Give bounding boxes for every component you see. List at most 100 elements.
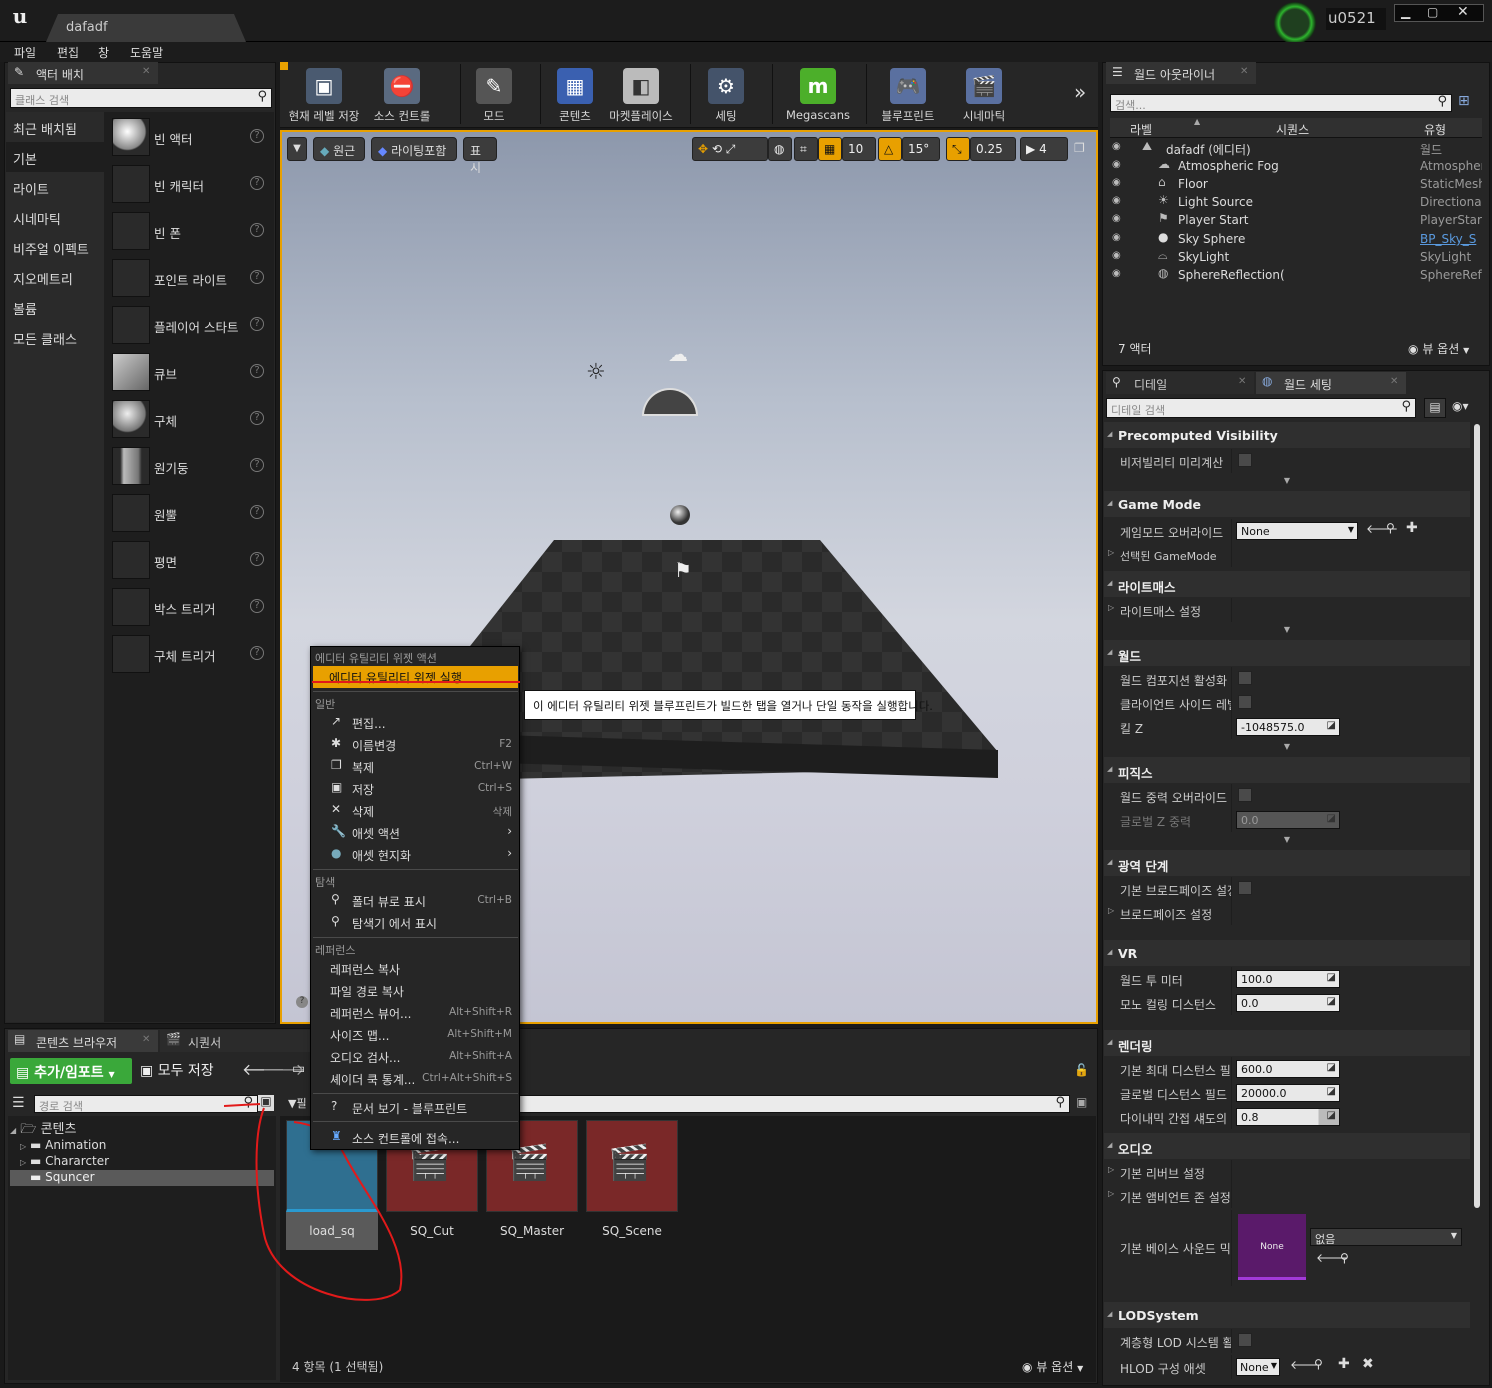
place-item-sphere[interactable]: 구체? [110, 398, 272, 442]
grid-snap-value[interactable]: 10 [842, 137, 876, 161]
place-item-plane[interactable]: 평면? [110, 539, 272, 583]
place-actors-tab[interactable]: ✎ 액터 배치 ✕ [8, 62, 158, 84]
outliner-row[interactable]: ◉ ◍ SphereReflection(SphereRefl [1108, 266, 1482, 284]
place-item-point-light[interactable]: 포인트 라이트? [110, 257, 272, 301]
source-control-button[interactable]: ⛔ 소스 컨트롤 [366, 64, 438, 124]
section-rendering[interactable]: 렌더링 [1104, 1030, 1470, 1056]
scale-snap-toggle[interactable]: ⤡ [946, 137, 970, 161]
class-search-input[interactable]: 클래스 검색 ⚲ [10, 88, 272, 108]
place-item-cube[interactable]: 큐브? [110, 351, 272, 395]
outliner-row[interactable]: ◉ ⌂ Floor StaticMesh [1108, 175, 1482, 193]
add-icon[interactable]: ✚ [1338, 1357, 1350, 1371]
section-precomputed-visibility[interactable]: Precomputed Visibility [1104, 422, 1470, 448]
help-icon[interactable]: ? [250, 129, 264, 143]
visibility-eye-icon[interactable]: ◉ [1112, 232, 1121, 243]
perspective-button[interactable]: ◆ 원근 [313, 137, 365, 161]
section-broadphase[interactable]: 광역 단계 [1104, 850, 1470, 876]
save-all-button[interactable]: ▣ 모두 저장 [140, 1060, 230, 1084]
grid-snap-toggle[interactable]: ▦ [818, 137, 842, 161]
menu-help[interactable]: 도움말 [130, 44, 163, 61]
world-settings-tab[interactable]: ◍ 월드 세팅 ✕ [1256, 372, 1406, 394]
max-distance-field-input[interactable]: 600.0 [1236, 1060, 1340, 1078]
help-icon[interactable]: ? [250, 317, 264, 331]
settings-button[interactable]: ⚙ 세팅 [700, 64, 752, 124]
clear-icon[interactable]: ✖ [1362, 1357, 1374, 1371]
content-browser-tab[interactable]: ▤ 콘텐츠 브라우저 ✕ [8, 1030, 158, 1052]
player-start-sprite-icon[interactable]: ⚑ [674, 560, 692, 580]
menu-item-audit-assets[interactable]: 오디오 검사... Alt+Shift+A [313, 1045, 518, 1067]
blueprints-button[interactable]: 🎮 블루프린트 [876, 64, 940, 124]
place-item-cylinder[interactable]: 원기둥? [110, 445, 272, 489]
category-basic[interactable]: 기본 [6, 142, 104, 172]
advanced-expander-icon[interactable]: ▼ [1104, 742, 1470, 752]
megascans-button[interactable]: m Megascans [782, 64, 854, 124]
help-icon[interactable]: ? [250, 176, 264, 190]
outliner-row[interactable]: ◉ ⚑ Player Start PlayerStart [1108, 211, 1482, 229]
asset-tile-sq-scene[interactable]: SQ_Scene [586, 1120, 678, 1250]
surface-snap-toggle[interactable]: ⌗ [794, 137, 818, 161]
menu-item-asset-localization[interactable]: ● 애셋 현지화 › [313, 843, 518, 865]
section-vr[interactable]: VR [1104, 940, 1470, 966]
global-gravity-input[interactable]: 0.0 [1236, 811, 1340, 829]
section-lod-system[interactable]: LODSystem [1104, 1302, 1470, 1328]
section-world[interactable]: 월드 [1104, 640, 1470, 666]
section-physics[interactable]: 피직스 [1104, 757, 1470, 783]
col-sequence[interactable]: 시퀀스 [1276, 121, 1309, 138]
prop-default-reverb[interactable]: ▷ 기본 리버브 설정 [1104, 1160, 1470, 1184]
hlod-asset-select[interactable]: None ▼ [1236, 1358, 1280, 1376]
visibility-eye-icon[interactable]: ◉ [1112, 213, 1121, 224]
asset-view-options[interactable]: ◉ 뷰 옵션 ▼ [1022, 1358, 1083, 1375]
project-tab[interactable]: dafadf [46, 14, 246, 42]
tab-close-icon[interactable]: ✕ [1240, 67, 1248, 77]
prop-broadphase-settings[interactable]: ▷ 브로드페이즈 설정 [1104, 901, 1470, 925]
add-icon[interactable]: ✚ [1406, 521, 1418, 535]
minimize-icon[interactable]: ▁ [1401, 6, 1410, 18]
tab-close-icon[interactable]: ✕ [142, 67, 150, 77]
help-icon[interactable]: ? [250, 270, 264, 284]
menu-item-copy-file-path[interactable]: 파일 경로 복사 [313, 979, 518, 1001]
create-folder-icon[interactable]: ⊞ [1458, 94, 1470, 108]
category-cinematic[interactable]: 시네마틱 [6, 202, 104, 232]
game-mode-select[interactable]: None ▼ [1236, 522, 1358, 540]
help-icon[interactable]: ? [250, 646, 264, 660]
default-broadphase-checkbox[interactable] [1238, 881, 1252, 895]
outliner-row[interactable]: ◉ ● Sky Sphere BP_Sky_S [1108, 230, 1482, 248]
asset-search-input[interactable]: ⚲ [518, 1095, 1070, 1113]
category-lights[interactable]: 라이트 [6, 172, 104, 202]
place-item-empty-actor[interactable]: 빈 액터? [110, 116, 272, 160]
lighting-mode-button[interactable]: ◆ 라이팅포함 [371, 137, 457, 161]
tree-root-content[interactable]: ◢ 🗁 콘텐츠 [10, 1118, 274, 1137]
transform-tools[interactable]: ✥ ⟲ ⤢ [692, 137, 768, 161]
rotation-snap-value[interactable]: 15° [902, 137, 940, 161]
place-item-empty-character[interactable]: 빈 캐릭터? [110, 163, 272, 207]
lock-icon[interactable]: 🔓 [1074, 1064, 1089, 1076]
category-geometry[interactable]: 지오메트리 [6, 262, 104, 292]
source-control-status-icon[interactable] [1268, 2, 1322, 44]
prop-lightmass-settings[interactable]: ▷ 라이트매스 설정 [1104, 598, 1470, 622]
camera-speed-button[interactable]: ▶ 4 [1020, 137, 1068, 161]
dynamic-indirect-shadow-input[interactable]: 0.8 [1236, 1108, 1340, 1126]
outliner-search-input[interactable]: 검색... ⚲ [1110, 94, 1452, 112]
help-icon[interactable]: ? [250, 552, 264, 566]
visibility-eye-icon[interactable]: ◉ [1112, 268, 1121, 279]
outliner-row[interactable]: ◉ ⌓ SkyLight SkyLight [1108, 248, 1482, 266]
details-scrollbar[interactable] [1474, 424, 1480, 1208]
marketplace-button[interactable]: ◧ 마켓플레이스 [604, 64, 678, 124]
add-import-button[interactable]: ▤ 추가/임포트 ▼ [10, 1058, 132, 1084]
add-collection-icon[interactable]: ▣ [258, 1095, 274, 1111]
sequencer-tab[interactable]: 🎬 시퀀서 [160, 1030, 310, 1052]
place-item-sphere-trigger[interactable]: 구체 트리거? [110, 633, 272, 677]
visibility-eye-icon[interactable]: ◉ [1112, 159, 1121, 170]
menu-item-edit[interactable]: ↗ 편집... [313, 711, 518, 733]
content-button[interactable]: ▦ 콘텐츠 [552, 64, 598, 124]
advanced-expander-icon[interactable]: ▼ [1104, 835, 1470, 845]
sphere-reflection-sprite-icon[interactable] [670, 505, 690, 525]
modes-button[interactable]: ✎ 모드 [468, 64, 520, 124]
section-audio[interactable]: 오디오 [1104, 1133, 1470, 1159]
outliner-row[interactable]: ◉ ☀ Light Source Directional [1108, 193, 1482, 211]
visibility-eye-icon[interactable]: ◉ [1112, 177, 1121, 188]
visibility-eye-icon[interactable]: ◉ [1112, 250, 1121, 261]
browse-icon[interactable]: ⚲ [1314, 1358, 1323, 1370]
category-volumes[interactable]: 볼륨 [6, 292, 104, 322]
maximize-viewport-icon[interactable]: ❐ [1074, 142, 1085, 154]
